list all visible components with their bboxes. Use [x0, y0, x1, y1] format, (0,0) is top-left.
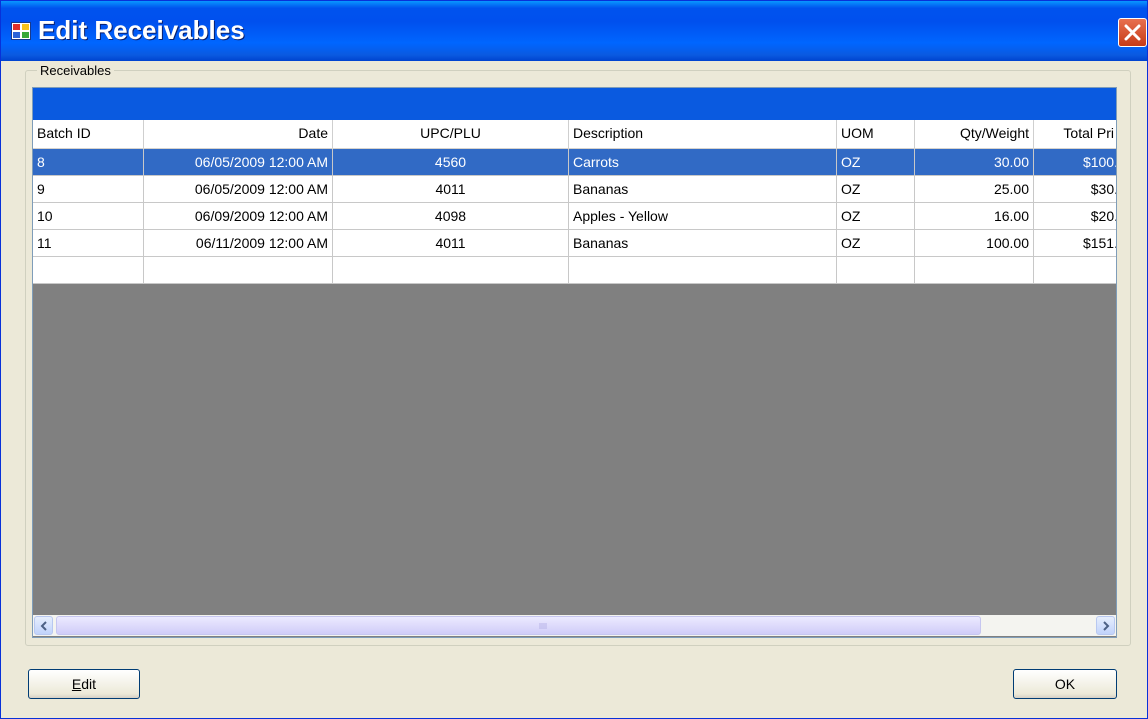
cell-total[interactable]: $20.	[1034, 203, 1116, 230]
edit-mnemonic: E	[71, 676, 82, 692]
title-bar[interactable]: Edit Receivables	[1, 1, 1147, 61]
app-window-icon	[11, 22, 31, 40]
column-header-upc-plu[interactable]: UPC/PLU	[333, 120, 569, 148]
cell-qty[interactable]: 25.00	[915, 176, 1034, 203]
cell-batch-id[interactable]	[33, 257, 144, 284]
grid-caption-bar	[33, 88, 1116, 120]
close-button[interactable]	[1118, 18, 1147, 47]
edit-receivables-window: Edit Receivables Receivables Batch ID Da…	[0, 0, 1148, 719]
table-row[interactable]: 9 06/05/2009 12:00 AM 4011 Bananas OZ 25…	[33, 176, 1116, 203]
table-row[interactable]: 11 06/11/2009 12:00 AM 4011 Bananas OZ 1…	[33, 230, 1116, 257]
cell-description[interactable]: Bananas	[569, 230, 837, 257]
column-header-qty-weight[interactable]: Qty/Weight	[915, 120, 1034, 148]
scroll-left-button[interactable]	[34, 616, 53, 635]
column-header-uom[interactable]: UOM	[837, 120, 915, 148]
arrow-left-icon	[40, 621, 47, 631]
cell-upc[interactable]: 4098	[333, 203, 569, 230]
cell-batch-id[interactable]: 11	[33, 230, 144, 257]
scroll-grip-icon	[539, 623, 547, 629]
cell-batch-id[interactable]: 10	[33, 203, 144, 230]
cell-uom[interactable]: OZ	[837, 203, 915, 230]
horizontal-scrollbar[interactable]	[33, 615, 1116, 636]
scroll-right-button[interactable]	[1096, 616, 1115, 635]
arrow-right-icon	[1103, 621, 1110, 631]
cell-qty[interactable]: 30.00	[915, 149, 1034, 176]
table-row[interactable]: 8 06/05/2009 12:00 AM 4560 Carrots OZ 30…	[33, 149, 1116, 176]
cell-total[interactable]: $100.	[1034, 149, 1116, 176]
cell-qty[interactable]	[915, 257, 1034, 284]
cell-date[interactable]: 06/05/2009 12:00 AM	[144, 149, 333, 176]
cell-description[interactable]: Apples - Yellow	[569, 203, 837, 230]
cell-total[interactable]: $30.	[1034, 176, 1116, 203]
ok-button[interactable]: OK	[1013, 669, 1117, 699]
new-row[interactable]	[33, 257, 1116, 284]
edit-label-rest: dit	[81, 676, 97, 692]
cell-batch-id[interactable]: 9	[33, 176, 144, 203]
cell-date[interactable]: 06/11/2009 12:00 AM	[144, 230, 333, 257]
grid-header-row: Batch ID Date UPC/PLU Description UOM Qt…	[33, 120, 1116, 149]
cell-qty[interactable]: 16.00	[915, 203, 1034, 230]
cell-total[interactable]: $151.	[1034, 230, 1116, 257]
column-header-batch-id[interactable]: Batch ID	[33, 120, 144, 148]
cell-qty[interactable]: 100.00	[915, 230, 1034, 257]
close-icon	[1124, 24, 1141, 41]
cell-upc[interactable]: 4560	[333, 149, 569, 176]
cell-date[interactable]: 06/05/2009 12:00 AM	[144, 176, 333, 203]
cell-upc[interactable]: 4011	[333, 230, 569, 257]
edit-button[interactable]: Edit	[28, 669, 140, 699]
window-title: Edit Receivables	[38, 15, 245, 45]
receivables-group-label: Receivables	[37, 63, 114, 78]
column-header-description[interactable]: Description	[569, 120, 837, 148]
cell-description[interactable]	[569, 257, 837, 284]
cell-upc[interactable]: 4011	[333, 176, 569, 203]
cell-uom[interactable]	[837, 257, 915, 284]
table-row[interactable]: 10 06/09/2009 12:00 AM 4098 Apples - Yel…	[33, 203, 1116, 230]
cell-date[interactable]: 06/09/2009 12:00 AM	[144, 203, 333, 230]
cell-batch-id[interactable]: 8	[33, 149, 144, 176]
receivables-grid[interactable]: Batch ID Date UPC/PLU Description UOM Qt…	[32, 87, 1117, 638]
column-header-date[interactable]: Date	[144, 120, 333, 148]
scroll-thumb[interactable]	[56, 616, 981, 635]
cell-description[interactable]: Carrots	[569, 149, 837, 176]
cell-total[interactable]	[1034, 257, 1116, 284]
cell-uom[interactable]: OZ	[837, 176, 915, 203]
cell-description[interactable]: Bananas	[569, 176, 837, 203]
cell-uom[interactable]: OZ	[837, 230, 915, 257]
cell-uom[interactable]: OZ	[837, 149, 915, 176]
column-header-total-price[interactable]: Total Pri	[1034, 120, 1116, 148]
cell-date[interactable]	[144, 257, 333, 284]
cell-upc[interactable]	[333, 257, 569, 284]
